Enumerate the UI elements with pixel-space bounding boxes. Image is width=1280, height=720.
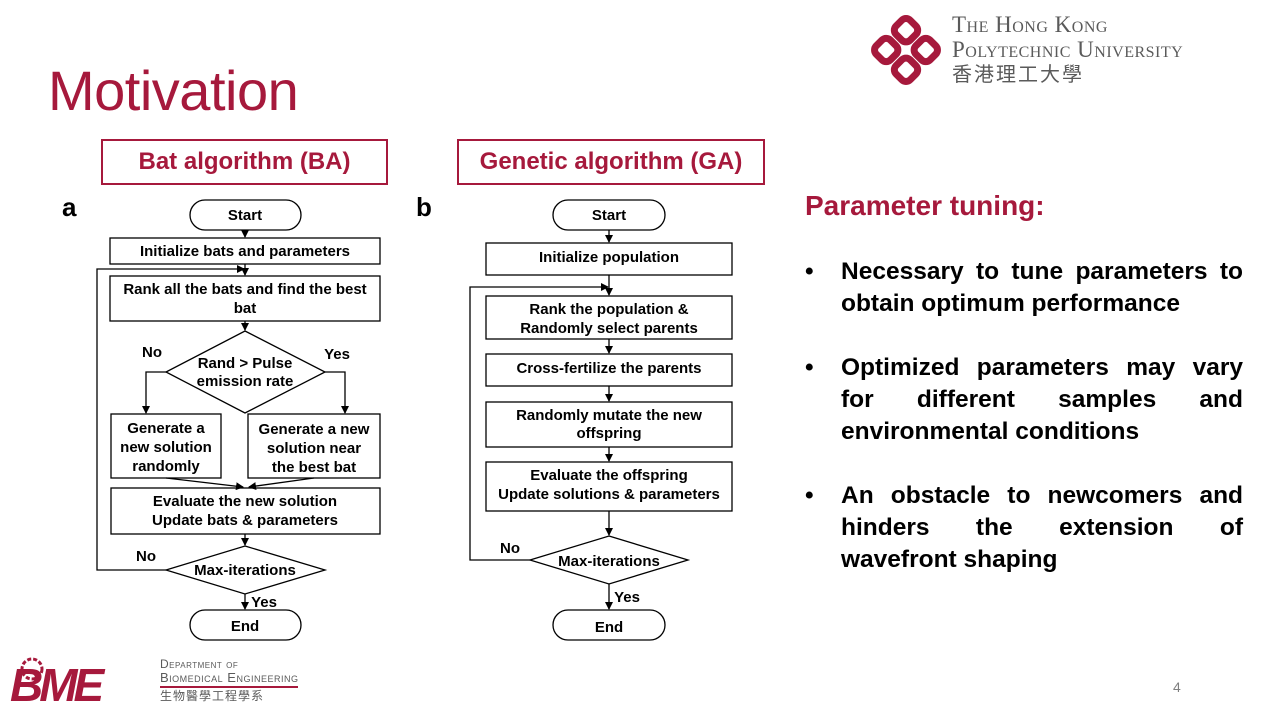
ba-gen-random-label-3: randomly	[132, 458, 200, 475]
ba-init-label: Initialize bats and parameters	[140, 243, 350, 260]
ba-eval-label-2: Update bats & parameters	[152, 512, 338, 529]
ga-end-label: End	[595, 619, 623, 636]
ga-rank-label-2: Randomly select parents	[520, 320, 698, 337]
ba-eval-label-1: Evaluate the new solution	[153, 493, 337, 510]
ba-gen-best-label-2: solution near	[267, 440, 361, 457]
ba-decision-label-1: Rand > Pulse	[198, 355, 293, 372]
polyu-wordmark: The Hong Kong Polytechnic University 香港理…	[952, 12, 1183, 88]
flowcharts: Start Initialize bats and parameters Ran…	[96, 199, 733, 641]
bullet-dot-icon: •	[805, 354, 814, 381]
ga-loop-no-label: No	[500, 540, 520, 557]
ba-gen-random-label-1: Generate a	[127, 420, 205, 437]
ga-rank-label-1: Rank the population &	[529, 301, 688, 318]
ba-rank-label-1: Rank all the bats and find the best	[123, 281, 366, 298]
tuning-bullet-2: • Optimized parameters may vary for diff…	[805, 352, 1243, 448]
ba-rank-label-2: bat	[234, 300, 257, 317]
polyu-name-chinese: 香港理工大學	[952, 64, 1084, 86]
ba-end-label: End	[231, 618, 259, 635]
tuning-bullet-text: Optimized parameters may vary for differ…	[841, 354, 1243, 445]
polyu-logo-icon	[871, 15, 941, 85]
ga-eval-label-2: Update solutions & parameters	[498, 486, 720, 503]
ga-end-yes-label: Yes	[614, 589, 640, 606]
polyu-name-line2: Polytechnic University	[952, 37, 1184, 62]
bullet-dot-icon: •	[805, 482, 814, 509]
ga-max-iter-label: Max-iterations	[558, 553, 660, 570]
bme-department-text: Department of Biomedical Engineering 生物醫…	[160, 658, 299, 704]
polyu-name-line1: The Hong Kong	[952, 12, 1108, 37]
ba-decision-label-2: emission rate	[197, 373, 294, 390]
ba-gen-best-label-3: the best bat	[272, 459, 356, 476]
tuning-heading: Parameter tuning:	[805, 190, 1045, 221]
ba-loop-no-label: No	[136, 548, 156, 565]
ga-mutate-label-1: Randomly mutate the new	[516, 407, 702, 424]
ba-yes-label: Yes	[324, 346, 350, 363]
bme-logo-icon: BME	[10, 657, 110, 705]
ga-mutate-label-2: offspring	[577, 425, 642, 442]
ga-eval-label-1: Evaluate the offspring	[530, 467, 688, 484]
ba-gen-random-label-2: new solution	[120, 439, 212, 456]
page-number: 4	[1173, 679, 1181, 695]
bme-dept-chinese: 生物醫學工程學系	[160, 689, 265, 703]
ga-cross-label: Cross-fertilize the parents	[516, 360, 701, 377]
ba-gen-best-label-1: Generate a new	[259, 421, 370, 438]
tuning-bullet-text: Necessary to tune parameters to obtain o…	[841, 258, 1243, 317]
tuning-bullet-text: An obstacle to newcomers and hinders the…	[841, 482, 1243, 573]
bullet-dot-icon: •	[805, 258, 814, 285]
ba-end-yes-label: Yes	[251, 594, 277, 611]
ba-no-label: No	[142, 344, 162, 361]
bme-dept-line2: Biomedical Engineering	[160, 671, 299, 688]
tuning-bullet-1: • Necessary to tune parameters to obtain…	[805, 256, 1243, 320]
tuning-bullet-3: • An obstacle to newcomers and hinders t…	[805, 480, 1243, 576]
ba-max-iter-label: Max-iterations	[194, 562, 296, 579]
bme-logo-mark: BME	[10, 659, 106, 705]
ba-decision-diamond	[164, 330, 327, 414]
ga-start-label: Start	[592, 207, 626, 224]
ba-start-label: Start	[228, 207, 262, 224]
ga-init-label: Initialize population	[539, 249, 679, 266]
